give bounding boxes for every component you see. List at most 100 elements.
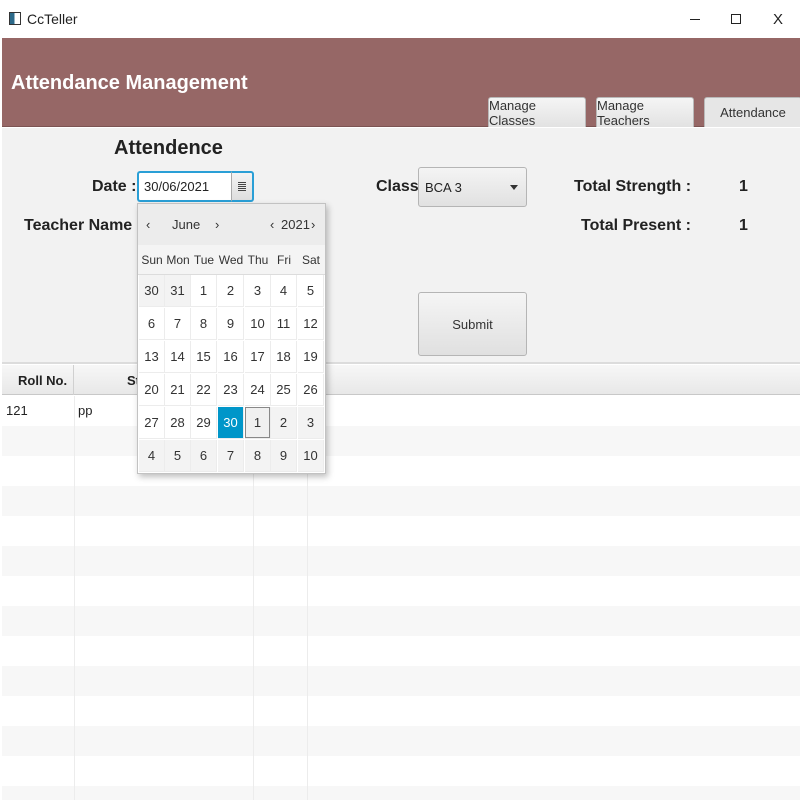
table-row-empty <box>2 426 800 456</box>
app-header: Attendance Management Manage Classes Man… <box>2 38 800 128</box>
date-picker-button[interactable] <box>231 171 254 202</box>
day-cell[interactable]: 2 <box>218 275 244 307</box>
day-cell[interactable]: 6 <box>139 308 165 340</box>
table-row-empty <box>2 636 800 666</box>
day-cell[interactable]: 29 <box>191 407 217 439</box>
table-row-empty <box>2 786 800 800</box>
day-cell[interactable]: 31 <box>165 275 191 307</box>
previous-month-button[interactable]: ‹ <box>146 217 150 232</box>
total-strength-value: 1 <box>739 178 748 195</box>
weekday-label: Sun <box>141 253 163 267</box>
day-cell[interactable]: 20 <box>139 374 165 406</box>
day-cell[interactable]: 4 <box>271 275 297 307</box>
day-cell[interactable]: 19 <box>298 341 324 373</box>
column-divider <box>74 396 75 800</box>
page-title: Attendance Management <box>11 72 248 94</box>
date-picker-header: ‹ June › ‹ 2021 › <box>138 204 325 245</box>
day-cell[interactable]: 3 <box>298 407 324 439</box>
table-row-empty <box>2 666 800 696</box>
close-icon: X <box>772 10 783 28</box>
tab-manage-classes[interactable]: Manage Classes <box>488 97 586 128</box>
table-row-empty <box>2 606 800 636</box>
day-cell[interactable]: 9 <box>218 308 244 340</box>
day-cell[interactable]: 24 <box>245 374 271 406</box>
total-present-label: Total Present : <box>581 217 691 234</box>
minimize-button[interactable] <box>672 0 718 38</box>
minimize-icon <box>690 18 700 20</box>
day-cell[interactable]: 1 <box>245 407 271 439</box>
day-cell[interactable]: 3 <box>245 275 271 307</box>
day-cell[interactable]: 11 <box>271 308 297 340</box>
day-cell[interactable]: 21 <box>165 374 191 406</box>
table-header: Roll No. St <box>2 365 800 395</box>
day-cell[interactable]: 17 <box>245 341 271 373</box>
attendance-form <box>2 128 800 364</box>
previous-year-button[interactable]: ‹ <box>270 217 274 232</box>
day-cell[interactable]: 18 <box>271 341 297 373</box>
close-button[interactable]: X <box>755 0 800 38</box>
day-cell[interactable]: 4 <box>139 440 165 472</box>
day-cell[interactable]: 7 <box>218 440 244 472</box>
tab-manage-teachers[interactable]: Manage Teachers <box>596 97 694 128</box>
submit-button[interactable]: Submit <box>418 292 527 356</box>
day-cell[interactable]: 5 <box>298 275 324 307</box>
table-row[interactable]: 121 pp <box>2 396 800 426</box>
day-cell[interactable]: 26 <box>298 374 324 406</box>
table-row-empty <box>2 576 800 606</box>
table-row-empty <box>2 546 800 576</box>
day-cell[interactable]: 13 <box>139 341 165 373</box>
column-header-roll-no[interactable]: Roll No. <box>2 365 74 395</box>
table-row-empty <box>2 516 800 546</box>
day-cell[interactable]: 5 <box>165 440 191 472</box>
day-cell[interactable]: 15 <box>191 341 217 373</box>
day-cell[interactable]: 2 <box>271 407 297 439</box>
tab-attendance[interactable]: Attendance <box>704 97 800 127</box>
weekday-label: Mon <box>166 253 190 267</box>
day-cell[interactable]: 25 <box>271 374 297 406</box>
window-title: CcTeller <box>27 11 78 27</box>
day-cell[interactable]: 10 <box>298 440 324 472</box>
day-cell[interactable]: 7 <box>165 308 191 340</box>
date-picker-popup: ‹ June › ‹ 2021 › Sun Mon Tue Wed Thu Fr… <box>137 203 326 474</box>
weekday-label: Tue <box>193 253 215 267</box>
day-cell[interactable]: 14 <box>165 341 191 373</box>
year-label: 2021 <box>281 217 310 232</box>
cell-student-name: pp <box>78 403 93 418</box>
app-icon <box>9 12 21 25</box>
maximize-button[interactable] <box>713 0 759 38</box>
table-row-empty <box>2 486 800 516</box>
weekday-header-row: Sun Mon Tue Wed Thu Fri Sat <box>138 245 325 275</box>
next-month-button[interactable]: › <box>215 217 219 232</box>
day-cell[interactable]: 9 <box>271 440 297 472</box>
day-cell[interactable]: 28 <box>165 407 191 439</box>
date-input[interactable]: 30/06/2021 <box>137 171 231 202</box>
teacher-name-label: Teacher Name : <box>24 217 142 234</box>
weekday-label: Fri <box>277 253 291 267</box>
total-present-value: 1 <box>739 217 748 234</box>
day-cell[interactable]: 27 <box>139 407 165 439</box>
day-cell[interactable]: 1 <box>191 275 217 307</box>
day-cell[interactable]: 10 <box>245 308 271 340</box>
day-cell[interactable]: 23 <box>218 374 244 406</box>
day-cell[interactable]: 8 <box>191 308 217 340</box>
weekday-label: Thu <box>247 253 269 267</box>
day-cell[interactable]: 22 <box>191 374 217 406</box>
day-cell[interactable]: 16 <box>218 341 244 373</box>
window-title-bar: CcTeller X <box>0 0 800 38</box>
class-select[interactable]: BCA 3 <box>418 167 527 207</box>
selected-day-cell[interactable]: 30 <box>218 407 244 439</box>
maximize-icon <box>731 14 741 24</box>
day-cell[interactable]: 12 <box>298 308 324 340</box>
day-cell[interactable]: 30 <box>139 275 165 307</box>
table-row-empty <box>2 756 800 786</box>
day-cell[interactable]: 8 <box>245 440 271 472</box>
attendance-table: Roll No. St 121 pp <box>2 365 800 800</box>
day-cell[interactable]: 6 <box>191 440 217 472</box>
total-strength-label: Total Strength : <box>574 178 692 195</box>
weekday-label: Sat <box>301 253 320 267</box>
table-row-empty <box>2 696 800 726</box>
month-label: June <box>172 217 201 232</box>
next-year-button[interactable]: › <box>311 217 315 232</box>
weekday-label: Wed <box>218 253 244 267</box>
table-row-empty <box>2 726 800 756</box>
